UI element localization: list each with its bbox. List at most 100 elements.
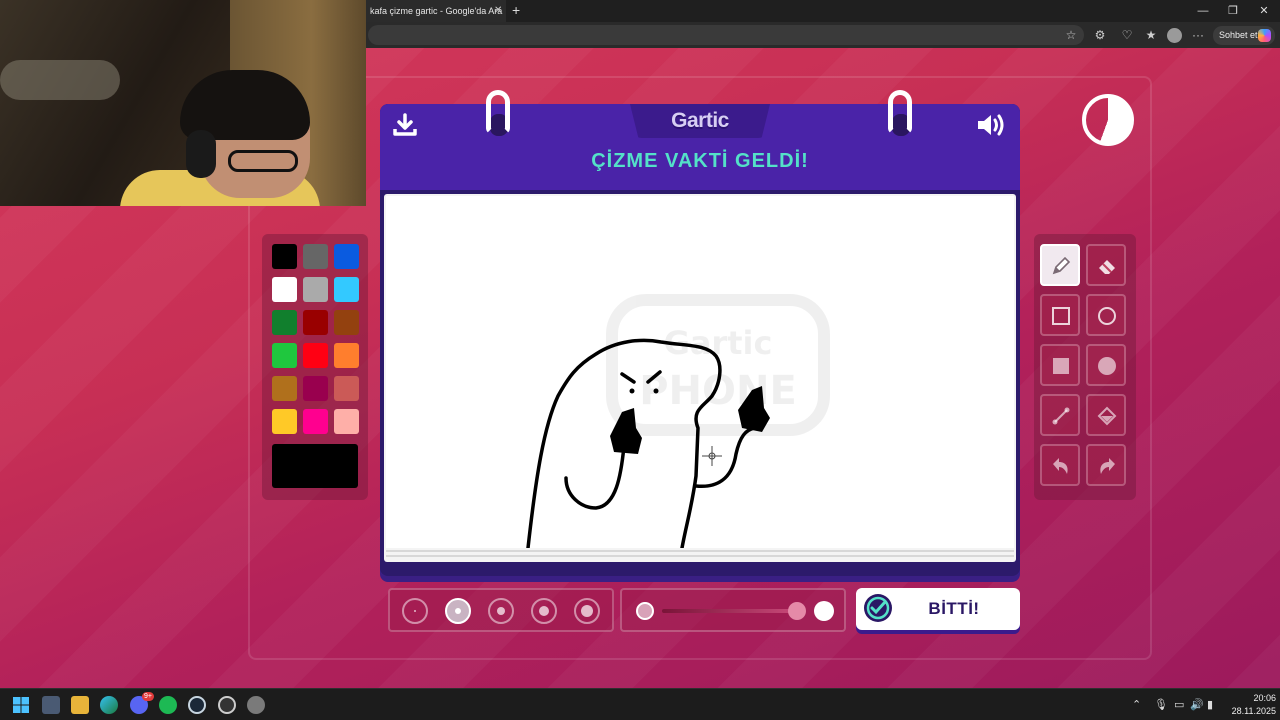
color-swatch[interactable] (272, 376, 297, 401)
crosshair-cursor (702, 446, 722, 466)
current-color-swatch (272, 444, 358, 488)
fill-bucket-tool-button[interactable] (1086, 394, 1126, 436)
opacity-min-icon (636, 602, 654, 620)
download-icon[interactable] (392, 112, 418, 138)
windows-start-icon[interactable] (12, 696, 30, 714)
extensions-icon[interactable]: ⚙ (1092, 27, 1108, 43)
tab-title: kafa çizme gartic - Google'da Ara (370, 6, 503, 16)
rectangle-outline-icon (1052, 307, 1070, 325)
profile-avatar[interactable] (1167, 28, 1182, 43)
filled-rectangle-tool-button[interactable] (1040, 344, 1080, 386)
redo-icon (1100, 458, 1115, 474)
drawing-board: Gartic ÇİZME VAKTİ GELDİ! Gartic PHONE (380, 90, 1020, 576)
filled-ellipse-icon (1098, 357, 1116, 375)
line-icon (1052, 407, 1070, 425)
color-swatch[interactable] (303, 244, 328, 269)
done-button[interactable]: BİTTİ! (856, 588, 1020, 630)
color-swatch[interactable] (272, 409, 297, 434)
spotify-icon[interactable] (159, 696, 177, 714)
binder-ring-right (888, 90, 912, 134)
fill-bucket-icon (1097, 406, 1117, 426)
undo-icon (1053, 458, 1068, 474)
sound-icon[interactable] (976, 112, 1008, 138)
timer-icon (1082, 94, 1134, 146)
app-icon[interactable] (218, 696, 236, 714)
color-swatch[interactable] (334, 310, 359, 335)
brush-size-5[interactable] (574, 598, 600, 624)
webcam-overlay (0, 0, 366, 206)
eraser-icon (1099, 260, 1115, 274)
volume-icon[interactable]: 🔊 (1190, 698, 1204, 712)
opacity-thumb[interactable] (788, 602, 806, 620)
more-menu-icon[interactable]: ··· (1190, 27, 1206, 43)
copilot-icon (1258, 29, 1271, 42)
drawing-svg: Gartic PHONE (526, 294, 830, 550)
page-title: ÇİZME VAKTİ GELDİ! (591, 150, 809, 172)
microphone-icon[interactable]: 🎙 (1154, 698, 1168, 712)
brush-size-1[interactable] (402, 598, 428, 624)
color-swatch[interactable] (272, 343, 297, 368)
color-swatch[interactable] (303, 343, 328, 368)
line-tool-button[interactable] (1040, 394, 1080, 436)
browser-tab[interactable]: kafa çizme gartic - Google'da Ara (366, 0, 506, 22)
color-palette (262, 234, 368, 500)
restore-button[interactable]: ❐ (1218, 0, 1248, 22)
canvas-paper: Gartic PHONE (384, 194, 1016, 562)
favorites-icon[interactable]: ★ (1143, 27, 1159, 43)
color-swatch[interactable] (334, 376, 359, 401)
battery-icon[interactable]: ▮ (1207, 698, 1213, 712)
address-input[interactable] (368, 25, 1084, 45)
brush-size-selector (388, 588, 614, 632)
paper-edge (386, 555, 1014, 557)
binder-ring-left (486, 90, 510, 134)
minimize-button[interactable]: — (1188, 0, 1218, 22)
file-explorer-icon[interactable] (71, 696, 89, 714)
opacity-max-icon (814, 601, 834, 621)
settings-icon[interactable] (247, 696, 265, 714)
brush-size-2[interactable] (445, 598, 471, 624)
discord-badge: 9+ (142, 692, 154, 701)
edge-icon[interactable] (100, 696, 118, 714)
check-icon (864, 594, 892, 622)
undo-button[interactable] (1040, 444, 1080, 486)
paper-edge (386, 550, 1014, 552)
new-tab-button[interactable]: + (512, 0, 520, 20)
color-swatch[interactable] (303, 277, 328, 302)
filled-ellipse-tool-button[interactable] (1086, 344, 1126, 386)
opacity-track[interactable] (662, 609, 798, 613)
color-swatch[interactable] (272, 244, 297, 269)
ellipse-outline-icon (1098, 307, 1116, 325)
color-swatch[interactable] (303, 409, 328, 434)
eraser-tool-button[interactable] (1086, 244, 1126, 286)
drawing-canvas[interactable]: Gartic PHONE (386, 196, 1014, 550)
store-icon[interactable] (42, 696, 60, 714)
color-swatch[interactable] (334, 409, 359, 434)
pencil-tool-button[interactable] (1040, 244, 1080, 286)
tool-panel (1034, 234, 1136, 500)
color-swatch[interactable] (303, 310, 328, 335)
color-swatch[interactable] (334, 277, 359, 302)
redo-button[interactable] (1086, 444, 1126, 486)
brush-size-4[interactable] (531, 598, 557, 624)
gartic-logo: Gartic (671, 109, 729, 132)
network-icon[interactable]: ▭ (1174, 698, 1184, 712)
steam-icon[interactable] (188, 696, 206, 714)
opacity-slider[interactable] (620, 588, 846, 632)
rectangle-tool-button[interactable] (1040, 294, 1080, 336)
browser-essentials-icon[interactable]: ♡ (1119, 27, 1135, 43)
color-swatch[interactable] (303, 376, 328, 401)
done-label: BİTTİ! (928, 599, 980, 618)
close-window-button[interactable]: ✕ (1249, 0, 1279, 22)
color-swatch[interactable] (334, 244, 359, 269)
tray-chevron-icon[interactable]: ⌃ (1132, 698, 1141, 712)
clock-date[interactable]: 28.11.2025 (1224, 705, 1276, 717)
brush-size-3[interactable] (488, 598, 514, 624)
clock-time[interactable]: 20:06 (1230, 692, 1276, 704)
copilot-chat-button[interactable]: Sohbet et (1213, 26, 1275, 45)
color-swatch[interactable] (272, 310, 297, 335)
tab-close-icon[interactable]: ✕ (494, 0, 502, 22)
color-swatch[interactable] (272, 277, 297, 302)
favorite-star-icon[interactable]: ☆ (1063, 27, 1079, 43)
ellipse-tool-button[interactable] (1086, 294, 1126, 336)
color-swatch[interactable] (334, 343, 359, 368)
